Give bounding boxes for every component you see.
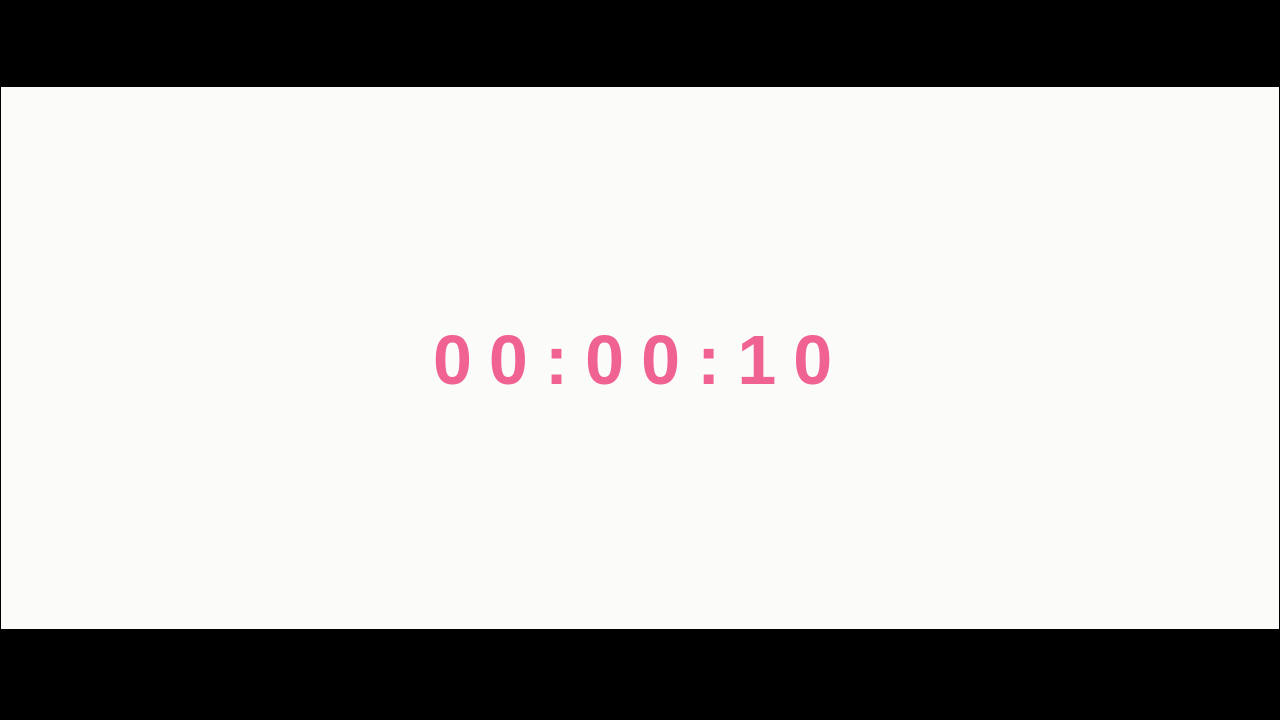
countdown-timer: 00:00:10 xyxy=(433,321,850,399)
